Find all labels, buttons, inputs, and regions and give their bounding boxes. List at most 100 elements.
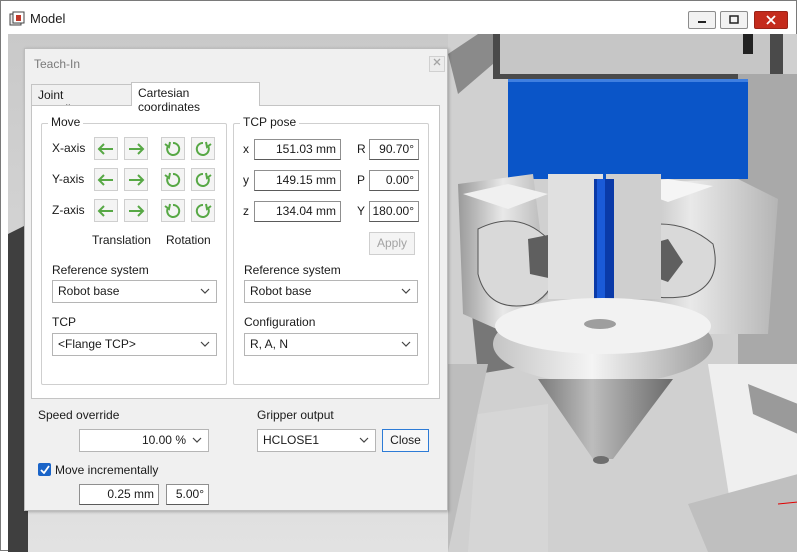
gripper-output-label: Gripper output (257, 408, 334, 422)
pose-z-field[interactable]: 134.04 mm (254, 201, 341, 222)
x-rotate-positive-button[interactable] (191, 137, 215, 160)
field-value: 180.00° (372, 204, 414, 218)
chevron-down-icon (359, 437, 369, 443)
field-value: 90.70° (379, 142, 414, 156)
maximize-button[interactable] (720, 11, 748, 29)
select-value: Robot base (58, 284, 120, 298)
close-icon (766, 15, 776, 25)
app-icon (9, 11, 25, 26)
pose-yaw-label: Y (357, 204, 366, 218)
pose-p-field[interactable]: 0.00° (369, 170, 419, 191)
rotate-cw-icon (195, 172, 212, 187)
pose-z-label: z (243, 204, 249, 218)
z-translate-positive-button[interactable] (124, 199, 148, 222)
step-translation-field[interactable]: 0.25 mm (79, 484, 159, 505)
arrow-left-icon (97, 204, 113, 217)
select-value: 10.00 % (141, 433, 186, 447)
arrow-left-icon (97, 173, 113, 186)
rotate-cw-icon (195, 203, 212, 218)
field-value: 149.15 mm (275, 173, 336, 187)
select-value: R, A, N (250, 337, 289, 351)
select-value: Robot base (250, 284, 312, 298)
chevron-down-icon (200, 341, 210, 347)
rotate-ccw-icon (164, 141, 181, 156)
pose-x-field[interactable]: 151.03 mm (254, 139, 341, 160)
rotation-label: Rotation (166, 233, 211, 247)
x-rotate-negative-button[interactable] (161, 137, 185, 160)
cartesian-tab-content: Move X-axis Y-axis Z-axis Translation Ro… (31, 105, 440, 399)
arrow-right-icon (129, 173, 145, 186)
z-axis-label: Z-axis (52, 203, 85, 217)
gripper-close-button[interactable]: Close (382, 429, 429, 452)
blue-gripper-body (508, 79, 748, 179)
speed-override-select[interactable]: 10.00 % (79, 429, 209, 452)
step-rotation-field[interactable]: 5.00° (166, 484, 209, 505)
apply-button[interactable]: Apply (369, 232, 415, 255)
z-rotate-negative-button[interactable] (161, 199, 185, 222)
tab-label: Cartesian coordinates (138, 86, 201, 114)
arrow-left-icon (97, 142, 113, 155)
button-label: Apply (376, 236, 408, 250)
x-translate-negative-button[interactable] (94, 137, 118, 160)
minimize-icon (698, 21, 706, 23)
chevron-down-icon (192, 437, 202, 443)
x-axis-label: X-axis (52, 141, 86, 155)
pose-x-label: x (243, 142, 249, 156)
rotate-ccw-icon (164, 203, 181, 218)
pose-p-label: P (357, 173, 366, 187)
pose-r-field[interactable]: 90.70° (369, 139, 419, 160)
field-value: 0.00° (385, 173, 414, 187)
tcp-pose-group: TCP pose x 151.03 mm y 149.15 mm z 134.0… (233, 115, 429, 385)
pose-y-field[interactable]: 149.15 mm (254, 170, 341, 191)
pose-r-label: R (357, 142, 366, 156)
z-rotate-positive-button[interactable] (191, 199, 215, 222)
pose-yaw-field[interactable]: 180.00° (369, 201, 419, 222)
field-value: 134.04 mm (275, 204, 336, 218)
arrow-right-icon (129, 204, 145, 217)
title-bar[interactable]: Model (1, 1, 796, 34)
y-translate-positive-button[interactable] (124, 168, 148, 191)
left-reference-system-label: Reference system (52, 263, 149, 277)
minimize-button[interactable] (688, 11, 716, 29)
chevron-down-icon (401, 288, 411, 294)
checkmark-icon (39, 465, 50, 474)
tab-joint-coordinates[interactable]: Joint coordinates (31, 84, 132, 116)
window-title: Model (30, 11, 66, 26)
select-value: <Flange TCP> (58, 337, 136, 351)
window-close-button[interactable] (754, 11, 788, 29)
x-translate-positive-button[interactable] (124, 137, 148, 160)
panel-title: Teach-In (34, 57, 81, 71)
y-rotate-positive-button[interactable] (191, 168, 215, 191)
field-value: 151.03 mm (275, 142, 336, 156)
tcp-label: TCP (52, 315, 76, 329)
field-value: 0.25 mm (107, 487, 154, 501)
move-incrementally-label: Move incrementally (55, 463, 159, 477)
y-axis-label: Y-axis (52, 172, 85, 186)
button-label: Close (390, 433, 421, 447)
y-rotate-negative-button[interactable] (161, 168, 185, 191)
y-translate-negative-button[interactable] (94, 168, 118, 191)
select-value: HCLOSE1 (263, 433, 320, 447)
configuration-select[interactable]: R, A, N (244, 333, 418, 356)
model-window: Model Teach-In Joint Cartesian coordinat… (0, 0, 797, 552)
right-reference-system-label: Reference system (244, 263, 341, 277)
right-reference-system-select[interactable]: Robot base (244, 280, 418, 303)
tab-cartesian-coordinates[interactable]: Cartesian coordinates (131, 82, 260, 114)
move-incrementally-checkbox[interactable] (38, 463, 51, 476)
field-value: 5.00° (175, 487, 204, 501)
left-reference-system-select[interactable]: Robot base (52, 280, 217, 303)
z-translate-negative-button[interactable] (94, 199, 118, 222)
move-group: Move X-axis Y-axis Z-axis Translation Ro… (41, 115, 227, 385)
pose-y-label: y (243, 173, 249, 187)
maximize-icon (729, 15, 739, 24)
tcp-select[interactable]: <Flange TCP> (52, 333, 217, 356)
configuration-label: Configuration (244, 315, 316, 329)
move-group-label: Move (48, 115, 84, 129)
gripper-output-select[interactable]: HCLOSE1 (257, 429, 376, 452)
teach-in-panel: Teach-In Joint coordinates Cartesian coo… (24, 48, 448, 511)
chevron-down-icon (200, 288, 210, 294)
translation-label: Translation (92, 233, 151, 247)
arrow-right-icon (129, 142, 145, 155)
panel-close-button[interactable] (429, 56, 445, 72)
tcp-pose-group-label: TCP pose (240, 115, 300, 129)
